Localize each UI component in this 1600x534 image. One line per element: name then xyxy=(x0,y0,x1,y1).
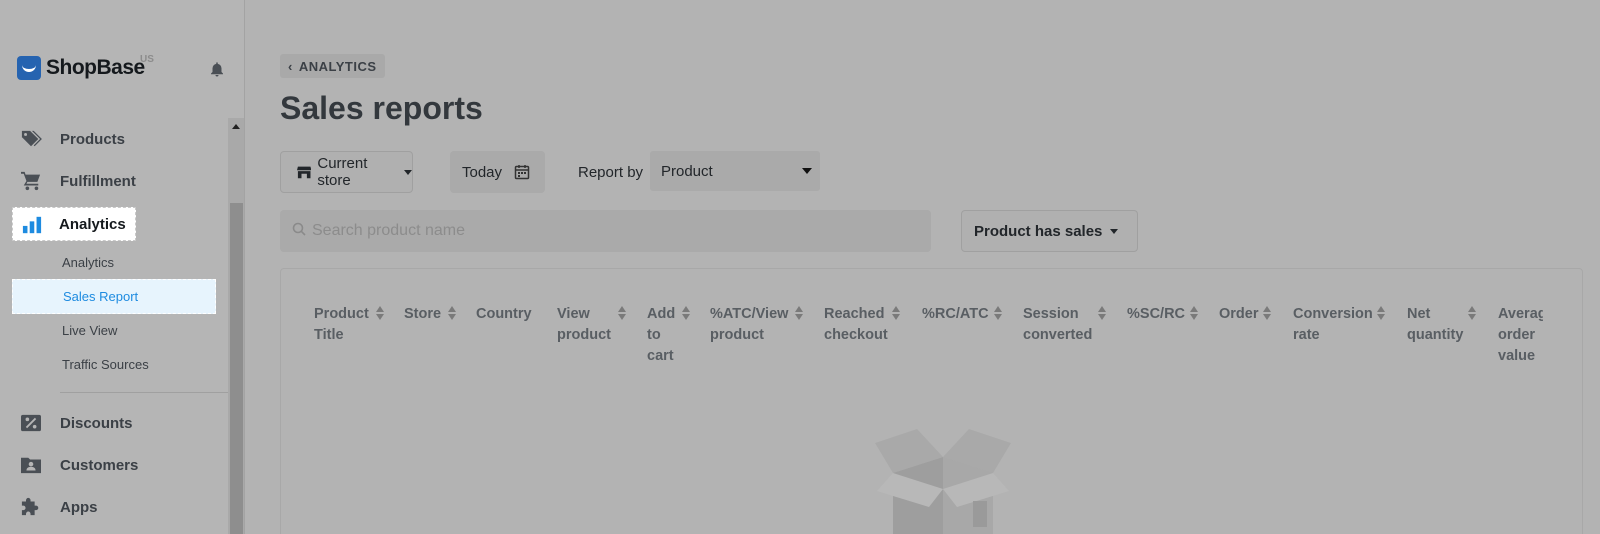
sub-item-traffic-sources[interactable]: Traffic Sources xyxy=(12,347,216,382)
breadcrumb[interactable]: ‹ ANALYTICS xyxy=(280,54,385,78)
sidebar-item-fulfillment[interactable]: Fulfillment xyxy=(12,164,212,198)
bell-icon[interactable] xyxy=(208,60,226,78)
report-by-label: Report by xyxy=(578,164,644,181)
customers-icon xyxy=(21,457,41,474)
sort-icon[interactable] xyxy=(618,306,626,320)
sidebar-item-label: Discounts xyxy=(60,414,133,432)
scroll-up-arrow-icon[interactable] xyxy=(228,118,244,134)
sort-icon[interactable] xyxy=(892,306,900,320)
search-input[interactable] xyxy=(312,210,912,252)
column-header-add-to-cart[interactable]: Add to cart xyxy=(647,304,675,367)
column-header-session-converted[interactable]: Session converted xyxy=(1023,304,1092,346)
page-title: Sales reports xyxy=(280,90,483,126)
column-header-order[interactable]: Order xyxy=(1219,304,1259,325)
chevron-left-icon: ‹ xyxy=(288,58,293,74)
sort-icon[interactable] xyxy=(1377,306,1385,320)
tags-icon xyxy=(21,130,42,147)
caret-down-icon xyxy=(404,169,412,175)
sales-report-table: Product Title Store Country View product A… xyxy=(280,268,1583,534)
sidebar-item-products[interactable]: Products xyxy=(12,122,212,156)
search-field[interactable] xyxy=(280,210,931,252)
column-header-average-order-value[interactable]: Averag order value xyxy=(1498,304,1543,367)
caret-down-icon xyxy=(802,168,812,174)
shopbase-logo-icon xyxy=(17,56,41,80)
logo[interactable]: ShopBase xyxy=(17,56,145,80)
sidebar-item-analytics[interactable]: Analytics xyxy=(12,207,136,241)
store-icon xyxy=(297,166,312,179)
caret-down-icon xyxy=(1110,228,1119,234)
column-header-conversion-rate[interactable]: Conversion rate xyxy=(1293,304,1373,346)
column-header-net-quantity[interactable]: Net quantity xyxy=(1407,304,1463,346)
sort-icon[interactable] xyxy=(682,306,690,320)
sub-item-label: Live View xyxy=(62,323,118,338)
date-picker-button[interactable]: Today xyxy=(450,151,545,193)
brand-region: US xyxy=(140,54,154,65)
sort-icon[interactable] xyxy=(1468,306,1476,320)
calendar-icon xyxy=(514,165,530,180)
brand-name: ShopBase xyxy=(46,56,145,79)
column-header-sc-rc[interactable]: %SC/RC xyxy=(1127,304,1185,325)
sub-item-label: Traffic Sources xyxy=(62,357,149,372)
report-by-value: Product xyxy=(661,162,713,180)
store-button-label: Current store xyxy=(317,155,368,189)
sidebar-item-label: Apps xyxy=(60,498,98,516)
discount-icon xyxy=(21,414,41,432)
sidebar: ShopBase US Products Fulfillment Analyti… xyxy=(0,0,245,534)
search-icon xyxy=(292,222,306,236)
sort-icon[interactable] xyxy=(795,306,803,320)
sort-icon[interactable] xyxy=(1190,306,1198,320)
column-header-atc-view-product[interactable]: %ATC/View product xyxy=(710,304,788,346)
sidebar-item-label: Customers xyxy=(60,456,139,474)
empty-box-icon xyxy=(875,429,1011,534)
report-by-select[interactable]: Product xyxy=(650,151,820,191)
sort-icon[interactable] xyxy=(994,306,1002,320)
sort-icon[interactable] xyxy=(376,306,384,320)
date-button-label: Today xyxy=(462,163,503,181)
column-header-country[interactable]: Country xyxy=(476,304,532,325)
puzzle-icon xyxy=(21,497,39,516)
sidebar-item-apps[interactable]: Apps xyxy=(12,490,212,524)
sidebar-item-label: Analytics xyxy=(59,215,126,233)
column-header-store[interactable]: Store xyxy=(404,304,441,325)
column-header-view-product[interactable]: View product xyxy=(557,304,611,346)
sub-item-sales-report[interactable]: Sales Report xyxy=(12,279,216,314)
sidebar-item-label: Products xyxy=(60,130,126,148)
sidebar-item-customers[interactable]: Customers xyxy=(12,448,212,482)
breadcrumb-label: ANALYTICS xyxy=(298,58,377,74)
sidebar-item-label: Fulfillment xyxy=(60,172,136,190)
column-header-rc-atc[interactable]: %RC/ATC xyxy=(922,304,989,325)
sort-icon[interactable] xyxy=(448,306,456,320)
scrollbar-thumb[interactable] xyxy=(230,203,243,534)
store-selector-button[interactable]: Current store xyxy=(280,151,413,193)
sort-icon[interactable] xyxy=(1098,306,1106,320)
filter-button-label: Product has sales xyxy=(974,222,1103,240)
sidebar-item-discounts[interactable]: Discounts xyxy=(12,406,212,440)
cart-icon xyxy=(21,171,41,191)
column-header-reached-checkout[interactable]: Reached checkout xyxy=(824,304,888,346)
main-content: ‹ ANALYTICS Sales reports Current store … xyxy=(245,0,1600,534)
sidebar-divider xyxy=(60,392,228,393)
sub-item-label: Sales Report xyxy=(63,289,139,304)
column-header-product-title[interactable]: Product Title xyxy=(314,304,369,346)
sub-item-analytics[interactable]: Analytics xyxy=(12,245,216,280)
sub-item-live-view[interactable]: Live View xyxy=(12,313,216,348)
sort-icon[interactable] xyxy=(1263,306,1271,320)
bar-chart-icon xyxy=(22,216,42,234)
sub-item-label: Analytics xyxy=(62,255,115,270)
product-sales-filter-button[interactable]: Product has sales xyxy=(961,210,1138,252)
